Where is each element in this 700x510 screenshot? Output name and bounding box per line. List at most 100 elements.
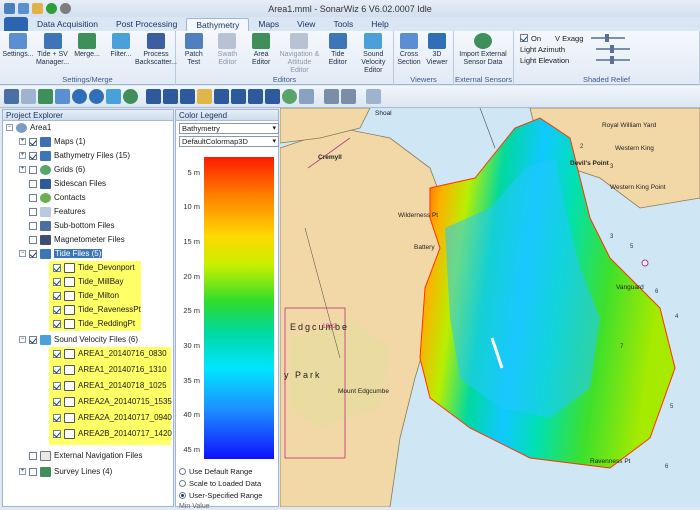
tree-item-maps[interactable]: + Maps (1)	[19, 135, 86, 148]
application-menu-button[interactable]	[4, 17, 28, 31]
group-external-sensors: Import External Sensor Data External Sen…	[454, 31, 514, 85]
group-shaded-relief: On V Exagg Light Azimuth Light Elevation…	[514, 31, 700, 85]
zoom-box-icon[interactable]	[55, 89, 70, 104]
tree-item-sv-file[interactable]: AREA1_20140718_1025	[53, 379, 167, 392]
tide-file-icon	[64, 290, 75, 301]
tab-maps[interactable]: Maps	[249, 18, 288, 31]
tree-item-features[interactable]: Features	[19, 205, 86, 218]
sidescan-icon	[40, 178, 51, 189]
scale-to-loaded-data-radio[interactable]: Scale to Loaded Data	[179, 479, 261, 488]
arrow-right-icon[interactable]	[341, 89, 356, 104]
user-specified-range-radio[interactable]: User-Specified Range	[179, 491, 262, 500]
tree-item-tide-reddingpt[interactable]: Tide_ReddingPt	[53, 317, 135, 330]
tide-file-icon	[64, 276, 75, 287]
tide-file-icon	[64, 318, 75, 329]
map-view[interactable]: 356 475 623 Shoal Cremyll Royal William …	[280, 108, 700, 507]
tide-file-icon	[64, 262, 75, 273]
tree-item-grids[interactable]: + Grids (6)	[19, 163, 85, 176]
tree-item-tide-devonport[interactable]: Tide_Devonport	[53, 261, 135, 274]
group-viewers: Cross Section 3D Viewer Viewers	[394, 31, 454, 85]
map-label: Mount Edgcumbe	[338, 388, 389, 395]
tree-item-tide-millbay[interactable]: Tide_MillBay	[53, 275, 124, 288]
layer-grid-icon[interactable]	[163, 89, 178, 104]
tree-item-sv-file[interactable]: AREA2A_20140715_1535	[53, 395, 172, 408]
sound-velocity-icon	[40, 334, 51, 345]
settings-icon	[8, 33, 27, 49]
bathymetry-icon	[40, 150, 51, 161]
tab-bathymetry[interactable]: Bathymetry	[186, 18, 250, 31]
tab-tools[interactable]: Tools	[324, 18, 362, 31]
tree-item-sv-file[interactable]: AREA1_20140716_0830	[53, 347, 167, 360]
tree-root[interactable]: − Area1	[6, 121, 51, 134]
tree-item-sv-file[interactable]: AREA2B_20140717_1420	[53, 427, 172, 440]
tree-item-external-navigation-files[interactable]: External Navigation Files	[19, 449, 142, 462]
color-legend-header: Color Legend	[176, 110, 278, 121]
tree-item-sv-file[interactable]: AREA1_20140716_1310	[53, 363, 167, 376]
tree-item-survey-lines[interactable]: + Survey Lines (4)	[19, 465, 112, 478]
tree-item-sv-file[interactable]: AREA2A_20140717_0940	[53, 411, 172, 424]
ribbon-tabs: Data Acquisition Post Processing Bathyme…	[0, 17, 700, 31]
screenshot-icon[interactable]	[366, 89, 381, 104]
colormap-select[interactable]: DefaultColormap3D	[179, 136, 279, 147]
tree-item-magnetometer-files[interactable]: Magnetometer Files	[19, 233, 125, 246]
tree-item-sub-bottom-files[interactable]: Sub-bottom Files	[19, 219, 114, 232]
filter-icon	[112, 33, 130, 49]
maps-checkbox[interactable]	[29, 137, 37, 146]
tree-item-bathymetry-files[interactable]: + Bathymetry Files (15)	[19, 149, 130, 162]
tree-item-tide-files[interactable]: − Tide Files (5)	[19, 247, 103, 260]
light-elevation-slider[interactable]	[596, 56, 630, 64]
tree-item-sidescan-files[interactable]: Sidescan Files	[19, 177, 106, 190]
swath-editor-icon	[218, 33, 237, 49]
map-label: Royal William Yard	[602, 122, 657, 129]
tide-editor-icon	[328, 33, 347, 49]
tree-item-tide-milton[interactable]: Tide_Milton	[53, 289, 119, 302]
ruler-icon[interactable]	[299, 89, 314, 104]
sv-file-icon	[64, 428, 75, 439]
backscatter-icon	[146, 33, 165, 49]
layer-select[interactable]: Bathymetry	[179, 123, 279, 134]
light-azimuth-slider[interactable]	[596, 45, 630, 53]
maps-icon	[40, 136, 51, 147]
features-icon	[40, 206, 51, 217]
measure-icon[interactable]	[282, 89, 297, 104]
pan-hand-icon[interactable]	[38, 89, 53, 104]
shaded-relief-on-checkbox[interactable]	[520, 34, 528, 42]
use-default-range-radio[interactable]: Use Default Range	[179, 467, 252, 476]
layer-contour-icon[interactable]	[231, 89, 246, 104]
layer-map-icon[interactable]	[180, 89, 195, 104]
tree-item-sound-velocity-files[interactable]: − Sound Velocity Files (6)	[19, 333, 138, 346]
pointer-icon[interactable]	[4, 89, 19, 104]
v-exagg-slider[interactable]	[591, 34, 626, 42]
tab-view[interactable]: View	[288, 18, 324, 31]
target-icon[interactable]	[123, 89, 138, 104]
layer-line-icon[interactable]	[248, 89, 263, 104]
tree-item-tide-ravenesspt[interactable]: Tide_RavenessPt	[53, 303, 141, 316]
map-label: Ravenness Pt	[590, 458, 631, 465]
tree-item-contacts[interactable]: Contacts	[19, 191, 86, 204]
map-label: y Park	[284, 370, 322, 380]
navigation-editor-icon	[290, 33, 309, 49]
zoom-extent-icon[interactable]	[106, 89, 121, 104]
tide-file-icon	[64, 304, 75, 315]
map-toolbar	[0, 86, 700, 108]
project-explorer-panel: Project Explorer − Area1 + Maps (1) + Bath…	[2, 109, 174, 507]
magnet-icon	[40, 234, 51, 245]
project-explorer-header: Project Explorer	[3, 110, 173, 121]
arrow-left-icon[interactable]	[324, 89, 339, 104]
layer-chart-icon[interactable]	[214, 89, 229, 104]
zoom-in-icon[interactable]	[72, 89, 87, 104]
group-editors: Patch Test Swath Editor Area Editor Navi…	[176, 31, 394, 85]
zoom-out-icon[interactable]	[89, 89, 104, 104]
layer-tracks-icon[interactable]	[265, 89, 280, 104]
tab-help[interactable]: Help	[362, 18, 397, 31]
copy-icon[interactable]	[21, 89, 36, 104]
nautical-chart: 356 475 623	[280, 108, 700, 507]
tab-data-acquisition[interactable]: Data Acquisition	[28, 18, 107, 31]
group-settings-merge: Settings... Tide + SV Manager... Merge..…	[0, 31, 177, 85]
map-label: Devil's Point	[570, 160, 609, 167]
layer-bathy-icon[interactable]	[146, 89, 161, 104]
layer-shaded-icon[interactable]	[197, 89, 212, 104]
collapse-icon[interactable]: −	[6, 124, 13, 131]
tab-post-processing[interactable]: Post Processing	[107, 18, 186, 31]
sensor-icon	[474, 33, 492, 49]
